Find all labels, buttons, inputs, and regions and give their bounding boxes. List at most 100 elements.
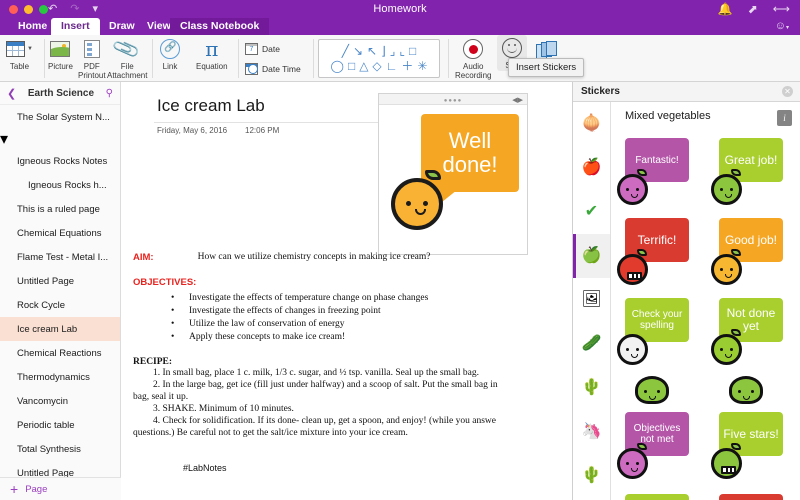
sticker-category-unicorn[interactable]: 🦄 [573, 410, 610, 454]
sticker-grid[interactable]: Mixed vegetables i Fantastic! Great [611, 102, 800, 500]
add-page-button[interactable]: + Page [0, 477, 121, 500]
sticker-category-apple[interactable]: 🍎 [573, 146, 610, 190]
sticker-category-onion-pencil[interactable]: 🧅 [573, 102, 610, 146]
shape-arrow-icon[interactable]: ↘ [353, 45, 363, 57]
shapes-row-figures[interactable]: ◯ □ △ ◇ ∟ ＋ ✳ [331, 60, 428, 72]
recipe-step: 3. SHAKE. Minimum of 10 minutes. [153, 403, 572, 415]
page-item[interactable]: Total Synthesis [0, 437, 120, 461]
shape-ellipse-icon[interactable]: ◯ [331, 60, 344, 72]
sticker-category-green-apple-pencil[interactable]: 🍏 [573, 234, 610, 278]
tab-insert[interactable]: Insert [51, 18, 100, 35]
resize-arrows-icon[interactable]: ◀▶ [512, 96, 523, 104]
page-item[interactable]: Chemical Equations [0, 221, 120, 245]
bell-icon[interactable]: 🔔 [718, 2, 733, 16]
sticker-item[interactable] [611, 374, 705, 408]
expand-icon[interactable]: ⟷ [773, 2, 790, 16]
page-item[interactable]: Untitled Page [0, 269, 120, 293]
shape-rect-icon[interactable]: □ [348, 60, 355, 72]
page-item[interactable]: Chemical Reactions [0, 341, 120, 365]
sticker-category-pickle[interactable]: 🥒 [573, 322, 610, 366]
sticker-item[interactable]: Fantastic! [611, 134, 705, 214]
sticker-category-cactus[interactable]: 🌵 [573, 366, 610, 410]
shape-angle-icon[interactable]: ∟ [386, 60, 398, 72]
insert-date-time-button[interactable]: Date Time [245, 60, 301, 78]
page-item[interactable]: Thermodynamics [0, 365, 120, 389]
shape-doublearrow-icon[interactable]: ↖ [367, 45, 377, 57]
sticker-category-cactus-character[interactable]: 🌵 [573, 454, 610, 498]
shape-elbow-arrow-icon[interactable]: ⌟ [390, 45, 396, 57]
page-list[interactable]: The Solar System N... ▾Igneous Rocks Not… [0, 104, 120, 477]
objective-item: Investigate the effects of temperature c… [189, 292, 572, 305]
sticker-item[interactable]: Objectives not met [611, 408, 705, 488]
ribbon-item-link[interactable]: Link [160, 35, 180, 82]
inserted-sticker-object[interactable]: ●●●● ◀▶ Well done! [378, 93, 528, 255]
share-icon[interactable]: ⬈ [748, 2, 758, 16]
page-item[interactable]: The Solar System N... [0, 105, 120, 129]
page-time[interactable]: 12:06 PM [245, 126, 279, 135]
ribbon-item-audio-recording[interactable]: Audio Recording [455, 35, 491, 82]
shape-elbow-icon[interactable]: ⌋ [381, 45, 386, 57]
smiley-account-icon[interactable]: ☺▾ [775, 20, 789, 32]
page-item[interactable]: Untitled Page [0, 461, 120, 477]
sticker-item[interactable]: Good job! [705, 214, 799, 294]
sticker-item[interactable] [705, 374, 799, 408]
sticker-category-rail[interactable]: 🧅 🍎 ✔ 🍏 🖼 🥒 🌵 🦄 🌵 🥛 [573, 102, 611, 500]
note-page[interactable]: Ice cream Lab Friday, May 6, 2016 12:06 … [121, 82, 572, 500]
search-icon[interactable]: ⚲ [106, 88, 113, 99]
shape-asterisk-icon[interactable]: ✳ [417, 60, 427, 72]
shapes-gallery[interactable]: ╱ ↘ ↖ ⌋ ⌟ ⌞ □ ◯ □ △ ◇ ∟ ＋ ✳ [318, 39, 440, 78]
ribbon-item-picture[interactable]: Picture [48, 35, 73, 82]
chevron-down-icon[interactable]: ▾ [0, 131, 8, 148]
ribbon-label-pdf: PDF [84, 62, 100, 71]
chevron-down-icon[interactable]: ▼ [27, 46, 33, 52]
titlebar-actions[interactable]: 🔔 ⬈ ⟷ [718, 2, 790, 16]
sticker-item[interactable]: Great job! [705, 134, 799, 214]
shape-square-icon[interactable]: □ [409, 45, 416, 57]
sticker-label: Fantastic! [635, 155, 678, 166]
ribbon-label-link: Link [163, 62, 178, 71]
tab-home[interactable]: Home [8, 18, 57, 35]
sticker-item[interactable]: Check your spelling [611, 294, 705, 374]
sticker-item[interactable]: Five stars! [705, 408, 799, 488]
sticker-category-checkmark[interactable]: ✔ [573, 190, 610, 234]
ribbon-item-equation[interactable]: π Equation [196, 35, 228, 82]
chevron-left-icon[interactable]: ❮ [7, 87, 16, 100]
shape-plus-icon[interactable]: ＋ [401, 60, 413, 72]
shape-line-icon[interactable]: ╱ [342, 45, 349, 57]
objective-item: Investigate the effects of changes in fr… [189, 305, 572, 318]
page-item[interactable]: Rock Cycle [0, 293, 120, 317]
info-icon[interactable]: i [777, 110, 792, 126]
shape-elbow-double-icon[interactable]: ⌞ [399, 45, 405, 57]
shapes-row-lines[interactable]: ╱ ↘ ↖ ⌋ ⌟ ⌞ □ [342, 45, 417, 57]
sticker-row: Fantastic! Great job! [611, 134, 800, 214]
page-item-selected[interactable]: Ice cream Lab [0, 317, 120, 341]
ribbon-item-file-attachment[interactable]: 📎 File Attachment [107, 35, 147, 82]
close-icon[interactable]: ✕ [782, 86, 793, 97]
ribbon-item-table[interactable]: ▼ Table [6, 35, 33, 82]
page-title[interactable]: Ice cream Lab [157, 96, 265, 116]
page-templates-icon [536, 41, 558, 59]
sticker-item[interactable]: Terrific! [611, 214, 705, 294]
note-body[interactable]: AIM: How can we utilize chemistry concep… [133, 252, 572, 473]
page-item[interactable]: Flame Test - Metal I... [0, 245, 120, 269]
tab-class-notebook[interactable]: Class Notebook [170, 18, 269, 35]
page-date[interactable]: Friday, May 6, 2016 [157, 126, 227, 135]
sticker-item[interactable] [705, 488, 799, 500]
ribbon-item-pdf-printout[interactable]: PDF Printout [78, 35, 106, 82]
ribbon-label-picture: Picture [48, 62, 73, 71]
insert-date-button[interactable]: 7 Date [245, 40, 301, 58]
page-item[interactable]: Periodic table [0, 413, 120, 437]
page-item[interactable]: Igneous Rocks Notes [0, 149, 120, 173]
page-item[interactable]: Igneous Rocks h... [0, 173, 120, 197]
sticker-character [711, 254, 742, 285]
sticker-item[interactable]: Not done yet [705, 294, 799, 374]
sticker-grid-rows: Fantastic! Great job! [611, 134, 800, 500]
sticker-category-photo-pencil[interactable]: 🖼 [573, 278, 610, 322]
sticker-item[interactable] [611, 488, 705, 500]
shape-diamond-icon[interactable]: ◇ [372, 60, 381, 72]
ribbon-group-date: 7 Date Date Time [245, 40, 301, 78]
page-item[interactable]: Vancomycin [0, 389, 120, 413]
shape-triangle-icon[interactable]: △ [359, 60, 368, 72]
page-item[interactable]: This is a ruled page [0, 197, 120, 221]
object-drag-handle[interactable]: ●●●● ◀▶ [379, 94, 527, 105]
